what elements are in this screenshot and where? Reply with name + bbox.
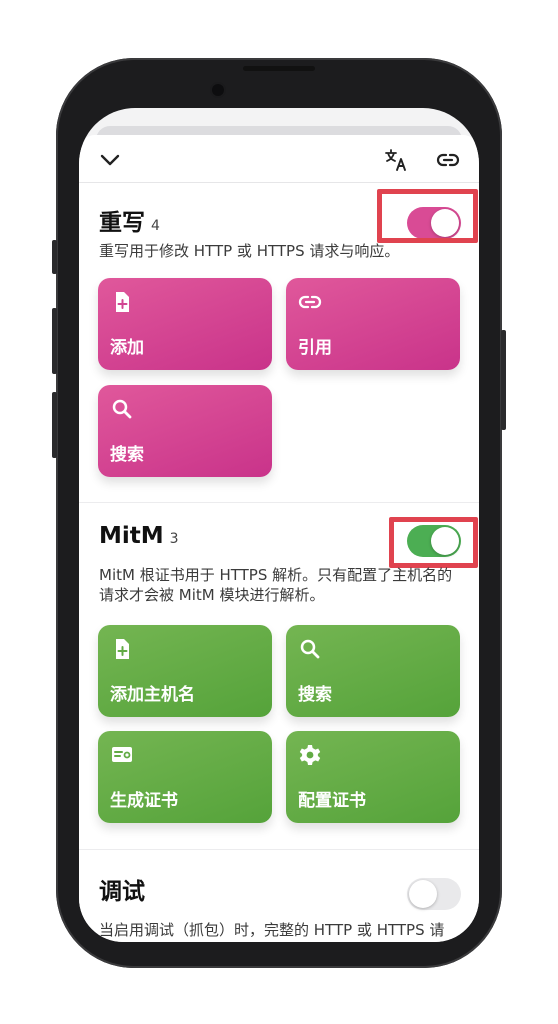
toggle-knob <box>409 880 437 908</box>
mitm-title-text: MitM <box>99 523 164 549</box>
mitm-search-label: 搜索 <box>298 685 332 705</box>
debug-description: 当启用调试（抓包）时，完整的 HTTP 或 HTTPS 请求与响应将会被记录并存… <box>99 921 445 942</box>
rewrite-reference-button[interactable]: 引用 <box>286 278 460 370</box>
debug-toggle[interactable] <box>407 878 461 910</box>
rewrite-reference-label: 引用 <box>298 338 332 358</box>
rewrite-search-button[interactable]: 搜索 <box>98 385 272 477</box>
mitm-add-hostname-label: 添加主机名 <box>110 685 195 705</box>
file-plus-icon <box>110 637 134 661</box>
mitm-description: MitM 根证书用于 HTTPS 解析。只有配置了主机名的请求才会被 MitM … <box>99 566 453 604</box>
mitm-count: 3 <box>169 531 179 547</box>
debug-section: 调试 当启用调试（抓包）时，完整的 HTTP 或 HTTPS 请求与响应将会被记… <box>79 850 479 942</box>
file-plus-icon <box>110 290 134 314</box>
debug-title: 调试 <box>99 879 145 905</box>
link-icon <box>298 290 322 314</box>
search-icon <box>110 397 134 421</box>
rewrite-add-label: 添加 <box>110 338 144 358</box>
toolbar <box>79 135 479 183</box>
rewrite-search-label: 搜索 <box>110 445 144 465</box>
search-icon <box>298 637 322 661</box>
gear-icon <box>298 743 322 767</box>
mitm-configure-certificate-button[interactable]: 配置证书 <box>286 731 460 823</box>
phone-power-button <box>501 330 506 430</box>
chevron-down-icon[interactable] <box>97 147 123 173</box>
front-camera <box>212 84 224 96</box>
mitm-generate-certificate-label: 生成证书 <box>110 791 178 811</box>
phone-mute-switch <box>52 240 57 274</box>
rewrite-title: 重写 4 <box>99 203 160 237</box>
mitm-configure-certificate-label: 配置证书 <box>298 791 366 811</box>
phone-volume-down <box>52 392 57 458</box>
mitm-toggle-highlight <box>389 517 478 568</box>
mitm-add-hostname-button[interactable]: 添加主机名 <box>98 625 272 717</box>
rewrite-title-text: 重写 <box>99 210 145 236</box>
rewrite-section: 重写 4 重写用于修改 HTTP 或 HTTPS 请求与响应。 添加 引用 搜索 <box>79 183 479 503</box>
rewrite-description: 重写用于修改 HTTP 或 HTTPS 请求与响应。 <box>99 242 400 260</box>
screen: 重写 4 重写用于修改 HTTP 或 HTTPS 请求与响应。 添加 引用 搜索… <box>79 108 479 942</box>
mitm-generate-certificate-button[interactable]: 生成证书 <box>98 731 272 823</box>
translate-icon[interactable] <box>383 147 409 173</box>
mitm-title: MitM 3 <box>99 523 179 549</box>
link-icon[interactable] <box>435 147 461 173</box>
mitm-search-button[interactable]: 搜索 <box>286 625 460 717</box>
rewrite-count: 4 <box>151 218 160 234</box>
certificate-icon <box>110 743 134 767</box>
rewrite-add-button[interactable]: 添加 <box>98 278 272 370</box>
rewrite-toggle-highlight <box>377 189 478 243</box>
phone-volume-up <box>52 308 57 374</box>
mitm-section: MitM 3 MitM 根证书用于 HTTPS 解析。只有配置了主机名的请求才会被… <box>79 503 479 849</box>
module-sheet: 重写 4 重写用于修改 HTTP 或 HTTPS 请求与响应。 添加 引用 搜索… <box>79 135 479 942</box>
speaker-grille <box>243 66 315 71</box>
